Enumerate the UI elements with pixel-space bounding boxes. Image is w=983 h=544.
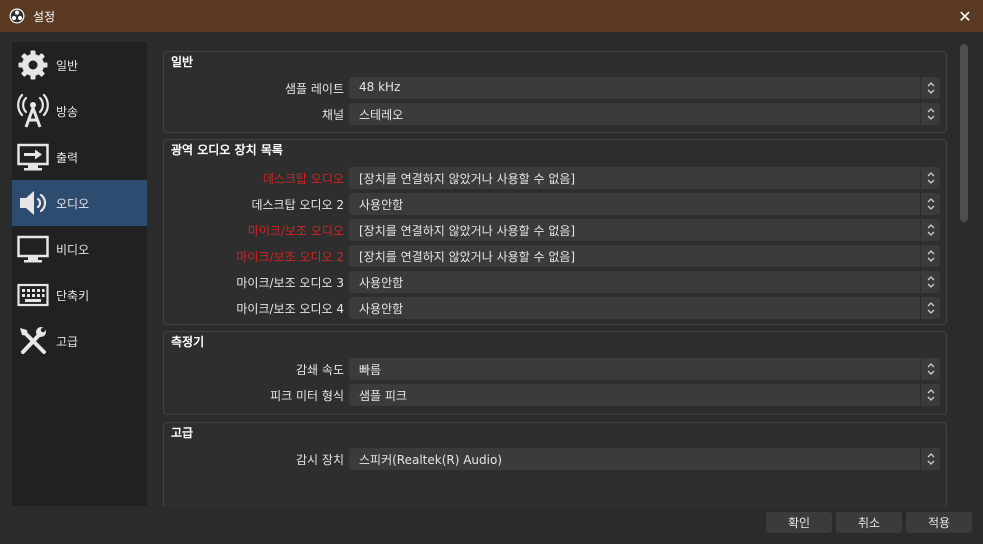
sidebar-item-label: 비디오 [56, 242, 90, 257]
setting-row-mic-aux: 마이크/보조 오디오 [장치를 연결하지 않았거나 사용할 수 없음] [164, 219, 948, 241]
row-label: 데스크탑 오디오 2 [251, 198, 344, 212]
close-button[interactable]: ✕ [955, 6, 975, 26]
updown-chevron-icon [920, 297, 940, 319]
updown-chevron-icon [920, 167, 940, 189]
group-global-audio-devices: 광역 오디오 장치 목록 데스크탑 오디오 [장치를 연결하지 않았거나 사용할… [163, 139, 947, 325]
setting-row-peak-meter-type: 피크 미터 형식 샘플 피크 [164, 384, 948, 406]
group-general: 일반 샘플 레이트 48 kHz 채널 스테레오 [163, 51, 947, 133]
combo-value: 빠름 [359, 363, 382, 377]
setting-row-desktop-audio: 데스크탑 오디오 [장치를 연결하지 않았거나 사용할 수 없음] [164, 167, 948, 189]
combo-value: 사용안함 [359, 276, 404, 290]
combo-value: 스테레오 [359, 108, 404, 122]
sidebar-item-output[interactable]: 출력 [12, 134, 147, 180]
sidebar-item-stream[interactable]: 방송 [12, 88, 147, 134]
setting-row-mic-aux-4: 마이크/보조 오디오 4 사용안함 [164, 297, 948, 319]
group-title: 측정기 [171, 335, 205, 349]
sidebar-item-advanced[interactable]: 고급 [12, 318, 147, 364]
desktop-audio-select[interactable]: [장치를 연결하지 않았거나 사용할 수 없음] [349, 167, 940, 189]
updown-chevron-icon [920, 245, 940, 267]
mic-aux-2-select[interactable]: [장치를 연결하지 않았거나 사용할 수 없음] [349, 245, 940, 267]
combo-value: 샘플 피크 [359, 389, 407, 403]
sidebar-item-label: 단축키 [56, 288, 90, 303]
combo-value: 48 kHz [359, 80, 401, 94]
group-title: 광역 오디오 장치 목록 [171, 143, 283, 157]
cancel-button[interactable]: 취소 [836, 512, 902, 533]
sidebar-item-video[interactable]: 비디오 [12, 226, 147, 272]
settings-sidebar: 일반 방송 출력 오디오 비디오 단축키 고급 [12, 42, 147, 506]
row-label: 감쇄 속도 [296, 363, 344, 377]
sidebar-item-label: 오디오 [56, 196, 90, 211]
combo-value: [장치를 연결하지 않았거나 사용할 수 없음] [359, 224, 576, 238]
row-label: 채널 [321, 108, 344, 122]
sample-rate-select[interactable]: 48 kHz [349, 77, 940, 99]
mic-aux-4-select[interactable]: 사용안함 [349, 297, 940, 319]
updown-chevron-icon [920, 384, 940, 406]
sidebar-item-audio[interactable]: 오디오 [12, 180, 147, 226]
updown-chevron-icon [920, 271, 940, 293]
updown-chevron-icon [920, 448, 940, 470]
output-monitor-icon [16, 140, 50, 174]
keyboard-icon [16, 278, 50, 312]
setting-row-channels: 채널 스테레오 [164, 103, 948, 125]
channels-select[interactable]: 스테레오 [349, 103, 940, 125]
updown-chevron-icon [920, 358, 940, 380]
updown-chevron-icon [920, 103, 940, 125]
decay-rate-select[interactable]: 빠름 [349, 358, 940, 380]
peak-meter-type-select[interactable]: 샘플 피크 [349, 384, 940, 406]
setting-row-monitoring-device: 감시 장치 스피커(Realtek(R) Audio) [164, 448, 948, 470]
sidebar-item-label: 일반 [56, 58, 79, 73]
close-icon: ✕ [958, 6, 972, 26]
row-label: 마이크/보조 오디오 2 [236, 250, 344, 264]
combo-value: [장치를 연결하지 않았거나 사용할 수 없음] [359, 172, 576, 186]
scrollbar-thumb[interactable] [960, 44, 968, 222]
updown-chevron-icon [920, 193, 940, 215]
desktop-audio-2-select[interactable]: 사용안함 [349, 193, 940, 215]
group-title: 고급 [171, 426, 194, 440]
updown-chevron-icon [920, 77, 940, 99]
sidebar-item-hotkeys[interactable]: 단축키 [12, 272, 147, 318]
window-title: 설정 [33, 9, 56, 24]
row-label: 마이크/보조 오디오 [247, 224, 344, 238]
group-title: 일반 [171, 55, 194, 69]
sidebar-item-label: 고급 [56, 334, 79, 349]
combo-value: 사용안함 [359, 302, 404, 316]
gear-icon [16, 48, 50, 82]
setting-row-sample-rate: 샘플 레이트 48 kHz [164, 77, 948, 99]
setting-row-mic-aux-2: 마이크/보조 오디오 2 [장치를 연결하지 않았거나 사용할 수 없음] [164, 245, 948, 267]
setting-row-decay-rate: 감쇄 속도 빠름 [164, 358, 948, 380]
audio-settings-panel: 일반 샘플 레이트 48 kHz 채널 스테레오 광역 오디오 장치 목록 데스… [148, 42, 956, 506]
row-label: 감시 장치 [296, 453, 344, 467]
sidebar-item-label: 방송 [56, 104, 79, 119]
mic-aux-3-select[interactable]: 사용안함 [349, 271, 940, 293]
ok-button[interactable]: 확인 [766, 512, 832, 533]
monitoring-device-select[interactable]: 스피커(Realtek(R) Audio) [349, 448, 940, 470]
combo-value: 스피커(Realtek(R) Audio) [359, 453, 503, 467]
broadcast-tower-icon [16, 94, 50, 128]
mic-aux-select[interactable]: [장치를 연결하지 않았거나 사용할 수 없음] [349, 219, 940, 241]
row-label: 마이크/보조 오디오 4 [236, 302, 344, 316]
title-bar: 설정 ✕ [0, 0, 983, 32]
apply-button[interactable]: 적용 [906, 512, 972, 533]
group-meters: 측정기 감쇄 속도 빠름 피크 미터 형식 샘플 피크 [163, 331, 947, 415]
combo-value: 사용안함 [359, 198, 404, 212]
group-advanced: 고급 감시 장치 스피커(Realtek(R) Audio) [163, 422, 947, 506]
updown-chevron-icon [920, 219, 940, 241]
row-label: 샘플 레이트 [284, 82, 344, 96]
combo-value: [장치를 연결하지 않았거나 사용할 수 없음] [359, 250, 576, 264]
sidebar-item-general[interactable]: 일반 [12, 42, 147, 88]
tools-icon [16, 324, 50, 358]
obs-logo-icon [9, 8, 25, 24]
row-label: 마이크/보조 오디오 3 [236, 276, 344, 290]
row-label: 데스크탑 오디오 [262, 172, 344, 186]
monitor-icon [16, 232, 50, 266]
speaker-icon [16, 186, 50, 220]
setting-row-mic-aux-3: 마이크/보조 오디오 3 사용안함 [164, 271, 948, 293]
sidebar-item-label: 출력 [56, 150, 79, 165]
row-label: 피크 미터 형식 [270, 389, 344, 403]
setting-row-desktop-audio-2: 데스크탑 오디오 2 사용안함 [164, 193, 948, 215]
